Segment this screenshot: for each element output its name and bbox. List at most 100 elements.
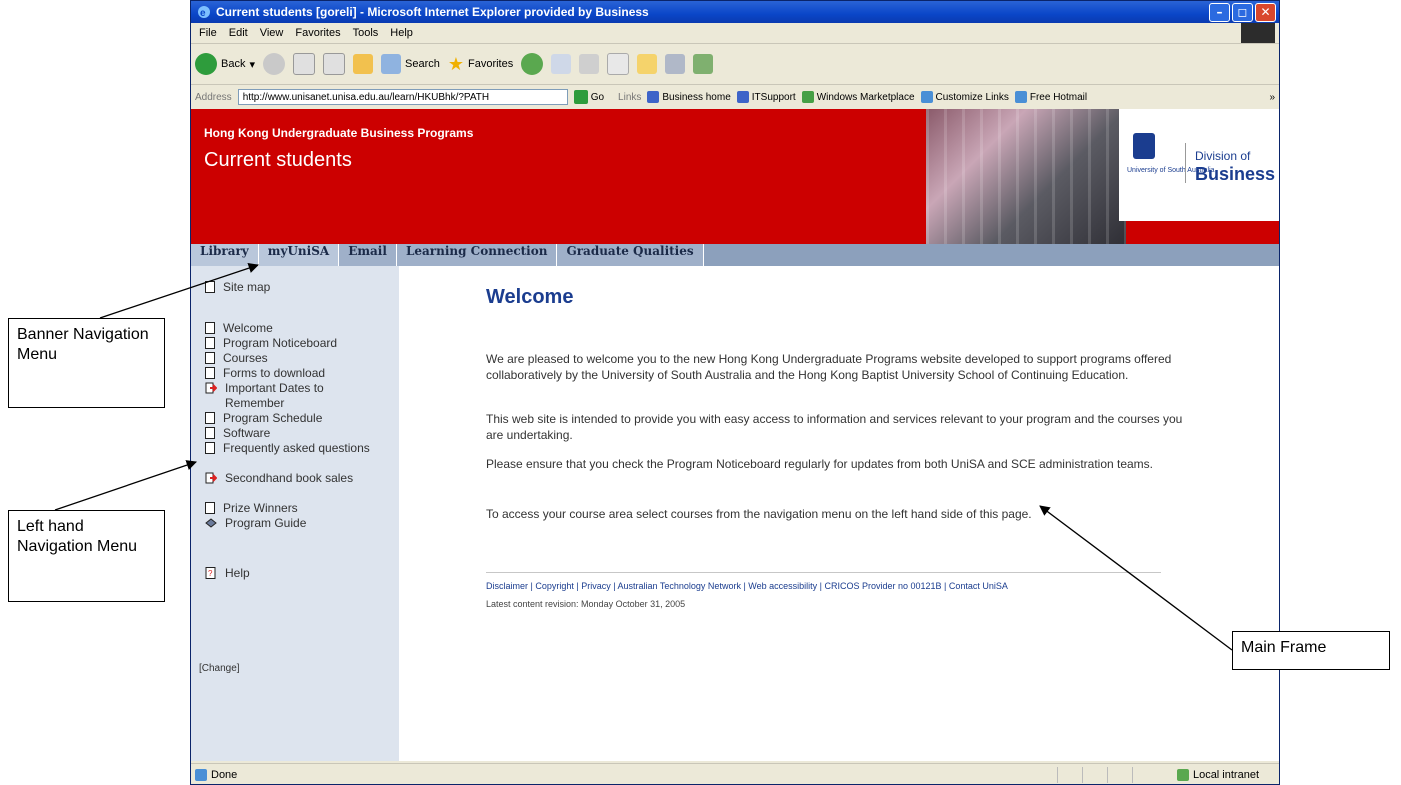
page-icon — [205, 281, 215, 293]
section-title: Current students — [204, 149, 352, 171]
sidebar-item-secondhand-books[interactable]: Secondhand book sales — [205, 471, 375, 486]
sidebar-item-label: Frequently asked questions — [223, 441, 370, 455]
status-segment — [1056, 767, 1078, 783]
nav-filler — [704, 244, 1279, 266]
nav-graduate-qualities[interactable]: Graduate Qualities — [557, 244, 704, 266]
favorites-button[interactable]: ★ Favorites — [448, 54, 513, 75]
sidebar-item-faq[interactable]: Frequently asked questions — [205, 441, 373, 456]
title-bar: e Current students [goreli] - Microsoft … — [191, 1, 1279, 23]
sidebar-item-important-dates[interactable]: Important Dates to Remember — [205, 381, 375, 411]
change-link[interactable]: [Change] — [199, 663, 240, 674]
minimize-button[interactable]: – — [1209, 2, 1230, 22]
menu-bar: File Edit View Favorites Tools Help — [191, 23, 1279, 44]
history-icon[interactable] — [521, 53, 544, 75]
sidebar-item-program-noticeboard[interactable]: Program Noticeboard — [205, 336, 373, 351]
back-label: Back — [221, 58, 246, 70]
sidebar-item-program-schedule[interactable]: Program Schedule — [205, 411, 373, 426]
callout-text: Left hand Navigation Menu — [17, 518, 138, 555]
ie-icon: e — [197, 5, 211, 19]
status-segment — [1131, 767, 1153, 783]
menu-favorites[interactable]: Favorites — [289, 27, 346, 39]
footer-links[interactable]: Disclaimer | Copyright | Privacy | Austr… — [486, 581, 1008, 591]
page-done-icon — [195, 769, 207, 781]
home-icon[interactable] — [353, 54, 373, 74]
folder-icon[interactable] — [637, 54, 658, 74]
paragraph: To access your course area select course… — [486, 507, 1032, 521]
nav-email[interactable]: Email — [339, 244, 397, 266]
link-free-hotmail[interactable]: Free Hotmail — [1014, 91, 1087, 103]
address-url: http://www.unisanet.unisa.edu.au/learn/H… — [242, 91, 490, 103]
nav-learning-connection[interactable]: Learning Connection — [396, 244, 558, 266]
banner: Hong Kong Undergraduate Business Program… — [191, 109, 1279, 244]
menu-file[interactable]: File — [193, 27, 223, 39]
sidebar-item-label: Software — [223, 426, 271, 440]
links-label: Links — [618, 91, 642, 103]
address-bar: Address http://www.unisanet.unisa.edu.au… — [191, 85, 1279, 110]
mail-icon[interactable] — [551, 54, 572, 74]
sidebar-item-label: Important Dates to Remember — [225, 381, 324, 410]
sidebar-item-welcome[interactable]: Welcome — [205, 321, 373, 336]
help-icon: ? — [205, 567, 216, 579]
revision-date: Latest content revision: Monday October … — [486, 599, 686, 609]
link-business-home[interactable]: Business home — [647, 91, 731, 103]
page-icon — [205, 322, 215, 334]
edit-icon[interactable] — [607, 53, 630, 75]
close-button[interactable]: ✕ — [1255, 2, 1276, 22]
banner-nav-menu: Library myUniSA Email Learning Connectio… — [191, 244, 1279, 266]
callout-main-frame: Main Frame — [1232, 631, 1390, 670]
nav-myunisa[interactable]: myUniSA — [258, 244, 340, 266]
go-button[interactable]: Go — [573, 90, 604, 104]
link-customize-links[interactable]: Customize Links — [920, 91, 1009, 103]
maximize-button[interactable]: ◻ — [1232, 2, 1253, 22]
address-input[interactable]: http://www.unisanet.unisa.edu.au/learn/H… — [237, 89, 568, 105]
favorites-label: Favorites — [468, 58, 514, 70]
sidebar-item-courses[interactable]: Courses — [205, 351, 373, 366]
status-text: Done — [211, 769, 238, 781]
refresh-icon[interactable] — [323, 53, 345, 75]
link-windows-marketplace[interactable]: Windows Marketplace — [801, 91, 915, 103]
external-link-icon — [205, 382, 217, 394]
nav-library[interactable]: Library — [191, 244, 259, 266]
arrow-left-nav — [54, 460, 197, 511]
page-title: Welcome — [486, 286, 574, 308]
left-nav-menu: Site map Welcome Program Noticeboard Cou… — [191, 266, 399, 761]
forward-icon[interactable] — [263, 53, 285, 75]
status-segment — [1081, 767, 1103, 783]
sidebar-item-label: Site map — [223, 280, 271, 294]
external-link-icon — [205, 472, 217, 484]
research-icon[interactable] — [665, 54, 686, 74]
link-icon — [801, 91, 814, 103]
go-icon — [573, 90, 588, 104]
paragraph: We are pleased to welcome you to the new… — [486, 352, 1172, 382]
sidebar-item-software[interactable]: Software — [205, 426, 373, 441]
menu-view[interactable]: View — [254, 27, 290, 39]
intranet-icon — [1176, 769, 1189, 781]
window-title: Current students [goreli] - Microsoft In… — [216, 5, 649, 19]
print-icon[interactable] — [579, 54, 600, 74]
throbber-logo — [1241, 23, 1275, 43]
link-icon — [1014, 91, 1027, 103]
menu-edit[interactable]: Edit — [223, 27, 254, 39]
stop-icon[interactable] — [293, 53, 315, 75]
sidebar-item-help[interactable]: ? Help — [205, 566, 375, 581]
book-icon — [205, 518, 217, 528]
status-bar: Done Local intranet — [191, 763, 1279, 784]
menu-help[interactable]: Help — [384, 27, 419, 39]
messenger-icon[interactable] — [693, 54, 714, 74]
back-button[interactable]: Back ▾ — [195, 53, 255, 75]
toolbar: Back ▾ Search ★ Favorites — [191, 44, 1279, 85]
sidebar-item-site-map[interactable]: Site map — [205, 280, 373, 295]
sidebar-item-program-guide[interactable]: Program Guide — [205, 516, 375, 531]
search-button[interactable]: Search — [381, 54, 440, 74]
links-chevron[interactable]: » — [1269, 92, 1275, 103]
sidebar-item-label: Program Noticeboard — [223, 336, 338, 350]
sidebar-item-label: Prize Winners — [223, 501, 298, 515]
link-itsupport[interactable]: ITSupport — [736, 91, 796, 103]
back-icon — [195, 53, 217, 75]
sidebar-item-forms[interactable]: Forms to download — [205, 366, 373, 381]
svg-text:e: e — [200, 8, 206, 19]
sidebar-item-prize-winners[interactable]: Prize Winners — [205, 501, 373, 516]
business-label: Business — [1195, 164, 1276, 184]
menu-tools[interactable]: Tools — [347, 27, 385, 39]
callout-banner-nav: Banner Navigation Menu — [8, 318, 165, 408]
